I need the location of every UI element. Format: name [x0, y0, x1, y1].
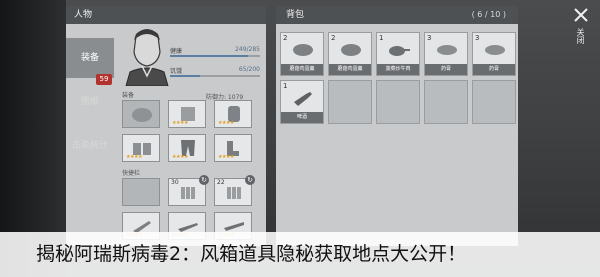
- bag-item[interactable]: 3 药膏: [424, 32, 468, 76]
- equip-stars: ★★★★: [172, 154, 188, 160]
- caption-banner: 揭秘阿瑞斯病毒2：风箱道具隐秘获取地点大公开！: [0, 232, 600, 277]
- bag-item[interactable]: 1 菠菜炒牛肉: [376, 32, 420, 76]
- bag-empty-slot[interactable]: [328, 80, 372, 124]
- tab-equipment[interactable]: 装备: [66, 38, 114, 78]
- hunger-bar-fill: [170, 75, 200, 77]
- equip-slot-gloves[interactable]: ★★★★: [122, 134, 160, 162]
- item-count: 2: [283, 34, 288, 42]
- blueprints-badge: 59: [96, 74, 112, 85]
- bowl-icon: [341, 44, 361, 56]
- quick-slot-3[interactable]: 22 ↻: [214, 175, 255, 206]
- quickbar-label: 快捷栏: [122, 170, 141, 177]
- hunger-label: 饥饿: [170, 68, 183, 75]
- ointment-icon: [437, 45, 457, 55]
- health-value: 249/285: [235, 46, 260, 53]
- character-portrait: [125, 29, 169, 86]
- equip-stars: ★★★★: [218, 120, 234, 126]
- hunger-stat: 饥饿 65/200: [170, 66, 260, 78]
- bag-item[interactable]: 2 蘑菇鸡蛋羹: [328, 32, 372, 76]
- item-name: 菠菜炒牛肉: [377, 64, 419, 75]
- equip-slot-helmet[interactable]: [122, 100, 160, 128]
- equip-slot-boots[interactable]: ★★★★: [214, 134, 252, 162]
- item-name: 药膏: [473, 64, 515, 75]
- backpack-panel: 背包 ( 6 / 10 ) 2 蘑菇鸡蛋羹 2 蘑菇鸡蛋羹 1 菠菜炒牛肉 3 …: [276, 6, 518, 246]
- ointment-icon: [485, 45, 505, 55]
- equipment-label: 装备: [122, 92, 135, 99]
- hunger-bar: [170, 75, 260, 77]
- ammo-icon: [181, 187, 195, 199]
- helmet-icon: [132, 108, 152, 122]
- tab-blueprints[interactable]: 图纸 59: [66, 74, 114, 122]
- side-tabs: 装备 图纸 59 击杀统计: [66, 30, 114, 230]
- quick-slot-1[interactable]: [122, 178, 160, 206]
- close-label[interactable]: 关闭: [574, 28, 586, 44]
- bag-empty-slot[interactable]: [424, 80, 468, 124]
- item-count: 1: [283, 82, 288, 90]
- equip-stars: ★★★★: [172, 120, 188, 126]
- ammo-icon: [227, 187, 241, 199]
- item-count: 1: [379, 34, 384, 42]
- equip-slot-pants[interactable]: ★★★★: [168, 134, 206, 162]
- health-bar: [170, 55, 260, 57]
- close-icon[interactable]: [572, 6, 590, 24]
- tab-blueprints-label: 图纸: [80, 97, 99, 107]
- item-count: 3: [475, 34, 480, 42]
- item-count: 3: [427, 34, 432, 42]
- item-name: 啤酒: [281, 112, 323, 123]
- backpack-capacity: ( 6 / 10 ): [471, 10, 506, 19]
- refresh-icon[interactable]: ↻: [199, 175, 209, 185]
- tab-kill-stats[interactable]: 击杀统计: [66, 126, 114, 166]
- character-panel-title: 人物: [66, 6, 266, 24]
- hunger-value: 65/200: [238, 66, 260, 73]
- equip-stars: ★★★★: [126, 154, 142, 160]
- item-count: 2: [331, 34, 336, 42]
- bag-item[interactable]: 3 药膏: [472, 32, 516, 76]
- quick-slot-2[interactable]: 30 ↻: [168, 175, 209, 206]
- equip-slot-chest[interactable]: ★★★★: [168, 100, 206, 128]
- refresh-icon[interactable]: ↻: [245, 175, 255, 185]
- item-name: 蘑菇鸡蛋羹: [329, 64, 371, 75]
- bowl-icon: [293, 44, 313, 56]
- health-bar-fill: [170, 55, 249, 57]
- item-name: 药膏: [425, 64, 467, 75]
- beer-bottle-icon: [294, 92, 312, 106]
- item-name: 蘑菇鸡蛋羹: [281, 64, 323, 75]
- health-label: 健康: [170, 48, 183, 55]
- bag-item[interactable]: 1 啤酒: [280, 80, 324, 124]
- equip-slot-vest[interactable]: ★★★★: [214, 100, 252, 128]
- equip-stars: ★★★★: [218, 154, 234, 160]
- bag-empty-slot[interactable]: [472, 80, 516, 124]
- health-stat: 健康 249/285: [170, 46, 260, 58]
- bag-item[interactable]: 2 蘑菇鸡蛋羹: [280, 32, 324, 76]
- pan-icon: [389, 46, 410, 56]
- bag-empty-slot[interactable]: [376, 80, 420, 124]
